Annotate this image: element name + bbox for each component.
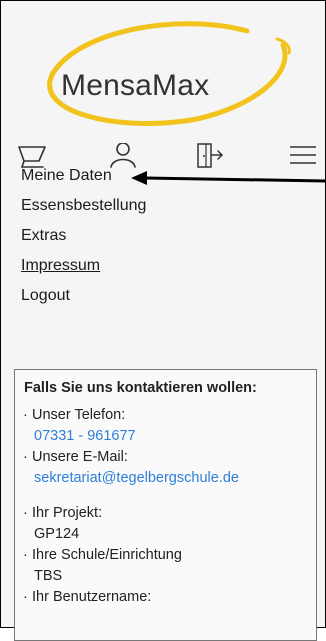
school-label: Ihre Schule/Einrichtung: [32, 547, 182, 563]
username-label-row: · Ihr Benutzername:: [23, 589, 152, 605]
project-label-row: · Ihr Projekt:: [23, 505, 103, 521]
contact-box: Falls Sie uns kontaktieren wollen: · Unse…: [14, 369, 317, 641]
annotation-arrow: [131, 171, 326, 185]
phone-label: Unser Telefon:: [32, 407, 126, 423]
school-label-row: · Ihre Schule/Einrichtung: [23, 547, 182, 563]
email-link[interactable]: sekretariat@tegelbergschule.de: [34, 470, 239, 486]
email-label-row: · Unsere E-Mail:: [23, 449, 128, 465]
menu-item-extras[interactable]: Extras: [21, 221, 311, 251]
email-label: Unsere E-Mail:: [32, 449, 128, 465]
app-frame: MensaMax Meine Daten Essensbestellung Ex…: [0, 0, 326, 641]
username-label: Ihr Benutzername:: [32, 589, 152, 605]
menu-item-logout[interactable]: Logout: [21, 281, 311, 311]
menu-item-impressum[interactable]: Impressum: [21, 251, 311, 281]
menu-item-essensbestellung[interactable]: Essensbestellung: [21, 191, 311, 221]
project-label: Ihr Projekt:: [32, 505, 103, 521]
project-value: GP124: [34, 526, 80, 542]
school-value: TBS: [34, 568, 63, 584]
phone-link[interactable]: 07331 - 961677: [34, 428, 136, 444]
mensamax-logo[interactable]: MensaMax: [1, 1, 326, 141]
logo-text: MensaMax: [61, 69, 210, 102]
phone-label-row: · Unser Telefon:: [23, 407, 126, 423]
contact-title: Falls Sie uns kontaktieren wollen:: [24, 380, 257, 396]
